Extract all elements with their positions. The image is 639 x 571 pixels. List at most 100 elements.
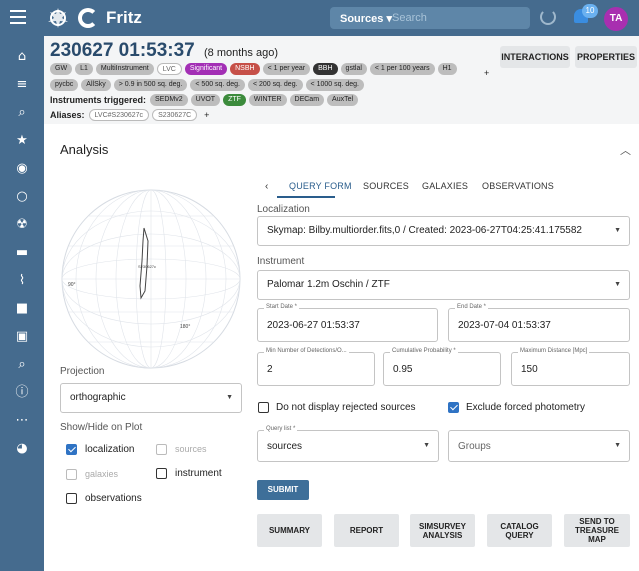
circle-icon[interactable]: ○: [13, 188, 31, 206]
source-header: 230627 01:53:37 (8 months ago) INTERACTI…: [44, 36, 639, 124]
tab-sources[interactable]: SOURCES: [363, 181, 409, 191]
projection-label: Projection: [60, 366, 105, 377]
tag-chip[interactable]: ZTF: [223, 94, 246, 106]
fritz-ring-icon: [78, 8, 98, 28]
cumulative-probability-label: Cumulative Probability *: [390, 348, 458, 354]
sidebar: ⌂ ≡ ⌕ ★ ◉ ○ ☢ ▬ ⌇ ■ ▣ ⌕ ⓘ ⋯ ◕: [0, 36, 44, 571]
tag-chip[interactable]: > 0.9 in 500 sq. deg.: [113, 79, 188, 91]
projection-select[interactable]: orthographic ▼: [60, 383, 242, 413]
brand-name[interactable]: Fritz: [106, 8, 142, 28]
skymap-globe[interactable]: S230627c 90° 180°: [60, 186, 242, 372]
add-alias-button[interactable]: +: [204, 110, 209, 120]
alias-chip: LVC#S230627c: [88, 109, 150, 121]
groups-select[interactable]: Groups ▼: [448, 430, 630, 462]
localization-label: Localization: [257, 204, 310, 215]
catalog-query-button[interactable]: CATALOG QUERY: [487, 514, 552, 547]
tabs-back-icon[interactable]: ‹: [265, 181, 269, 192]
tag-chip[interactable]: SEDMv2: [150, 94, 188, 106]
search-nav-icon[interactable]: ⌕: [13, 104, 31, 122]
exclude-forced-checkbox[interactable]: [448, 402, 459, 413]
query-list-select[interactable]: Query list * sources ▼: [257, 426, 439, 462]
star-icon[interactable]: ★: [13, 132, 31, 150]
tag-chip[interactable]: MultiInstrument: [95, 63, 154, 75]
min-detections-label: Min Number of Detections/O...: [264, 348, 349, 354]
report-button[interactable]: REPORT: [334, 514, 399, 547]
tag-chip[interactable]: BBH: [313, 63, 338, 75]
tag-chip[interactable]: H1: [437, 63, 457, 75]
instrument-label: Instrument: [257, 256, 305, 267]
settings-icon[interactable]: ◕: [13, 440, 31, 458]
tag-chip[interactable]: LVC: [156, 63, 182, 75]
interactions-button[interactable]: INTERACTIONS: [500, 46, 570, 68]
aliases-label: Aliases:: [50, 110, 85, 120]
tag-chip[interactable]: UVOT: [190, 94, 221, 106]
start-date-field[interactable]: Start Date * 2023-06-27 01:53:37: [257, 304, 438, 342]
refresh-icon[interactable]: [540, 9, 556, 25]
top-app-bar: Fritz Sources ▾ 10 TA: [0, 0, 639, 36]
user-avatar[interactable]: TA: [604, 7, 628, 31]
tag-chip[interactable]: AuxTel: [327, 94, 359, 106]
tag-chip[interactable]: < 1000 sq. deg.: [305, 79, 365, 91]
tag-chip[interactable]: < 200 sq. deg.: [247, 79, 303, 91]
tag-chip[interactable]: NSBH: [230, 63, 260, 75]
home-icon[interactable]: ⌂: [13, 48, 31, 66]
chevron-up-icon[interactable]: ︿: [620, 142, 631, 158]
tab-galaxies[interactable]: GALAXIES: [422, 181, 468, 191]
end-date-field[interactable]: End Date * 2023-07-04 01:53:37: [448, 304, 630, 342]
more-icon[interactable]: ⋯: [13, 412, 31, 430]
max-distance-value: 150: [521, 364, 538, 375]
tag-chip[interactable]: Significant: [184, 63, 228, 75]
localization-checkbox-label: localization: [85, 444, 135, 455]
tag-chip[interactable]: gstlal: [340, 63, 367, 75]
tag-chip[interactable]: pycbc: [50, 79, 79, 91]
localization-select[interactable]: Skymap: Bilby.multiorder.fits,0 / Create…: [257, 216, 630, 246]
min-detections-field[interactable]: Min Number of Detections/O... 2: [257, 348, 375, 386]
end-date-value: 2023-07-04 01:53:37: [458, 320, 551, 331]
globe-left-label: 90°: [68, 282, 76, 288]
menu-icon[interactable]: [10, 10, 26, 24]
localization-checkbox[interactable]: [66, 444, 77, 455]
tag-chip[interactable]: < 1 per year: [262, 63, 311, 75]
send-to-treasure-map-button[interactable]: SEND TO TREASURE MAP: [564, 514, 630, 547]
tag-chip[interactable]: < 1 per 100 years: [369, 63, 435, 75]
max-distance-field[interactable]: Maximum Distance [Mpc] 150: [511, 348, 630, 386]
antenna-icon[interactable]: ⌇: [13, 272, 31, 290]
properties-button[interactable]: PROPERTIES: [575, 46, 637, 68]
search-input[interactable]: [392, 12, 512, 24]
tag-chip[interactable]: WINTER: [248, 94, 287, 106]
notification-badge: 10: [582, 4, 598, 18]
info-icon[interactable]: ⓘ: [13, 384, 31, 402]
bus-icon[interactable]: ▣: [13, 328, 31, 346]
groups-placeholder: Groups: [458, 441, 491, 452]
sources-checkbox[interactable]: [156, 444, 167, 455]
tab-observations[interactable]: OBSERVATIONS: [482, 181, 554, 191]
radioactive-icon[interactable]: ☢: [13, 216, 31, 234]
simsurvey-analysis-button[interactable]: SIMSURVEY ANALYSIS: [410, 514, 475, 547]
galaxies-checkbox[interactable]: [66, 469, 77, 480]
galaxies-checkbox-label: galaxies: [85, 469, 119, 479]
submit-button[interactable]: SUBMIT: [257, 480, 309, 500]
briefcase-icon[interactable]: ■: [13, 300, 31, 318]
search-scope-select[interactable]: Sources ▾: [330, 12, 392, 25]
observations-checkbox-label: observations: [85, 493, 142, 504]
tag-chip[interactable]: GW: [50, 63, 73, 75]
tag-chip[interactable]: < 500 sq. deg.: [190, 79, 245, 91]
compass-icon[interactable]: ◉: [13, 160, 31, 178]
observations-checkbox[interactable]: [66, 493, 77, 504]
instrument-select[interactable]: Palomar 1.2m Oschin / ZTF ▼: [257, 270, 630, 300]
cup-icon[interactable]: ▬: [13, 244, 31, 262]
zoom-icon[interactable]: ⌕: [13, 356, 31, 374]
cumulative-probability-field[interactable]: Cumulative Probability * 0.95: [383, 348, 501, 386]
tab-query-form[interactable]: QUERY FORM: [289, 181, 352, 191]
tag-chip[interactable]: AllSky: [81, 79, 111, 91]
fritz-logo-icon: [48, 8, 68, 28]
summary-button[interactable]: SUMMARY: [257, 514, 322, 547]
reject-sources-label: Do not display rejected sources: [276, 402, 416, 413]
list-icon[interactable]: ≡: [13, 76, 31, 94]
tag-chip[interactable]: DECam: [289, 94, 325, 106]
tag-chip[interactable]: L1: [75, 63, 93, 75]
instrument-checkbox[interactable]: [156, 468, 167, 479]
add-tag-button[interactable]: +: [484, 68, 489, 78]
reject-sources-checkbox[interactable]: [258, 402, 269, 413]
analysis-title: Analysis: [60, 142, 109, 157]
